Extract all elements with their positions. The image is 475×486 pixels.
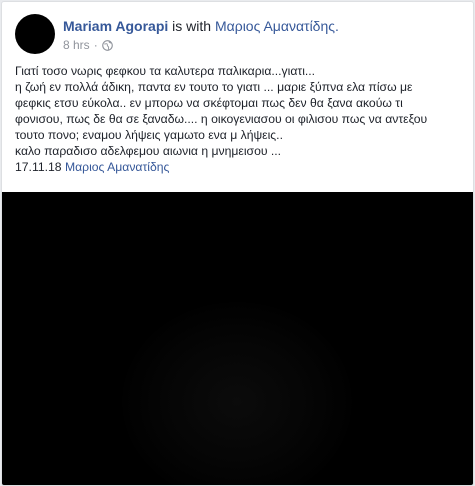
post-date: 17.11.18 xyxy=(15,160,62,174)
post-meta: 8 hrs · xyxy=(63,38,113,52)
post-line: φονισου, πως δε θα σε ξαναδω.... η οικογ… xyxy=(15,112,428,126)
post-line: Γιατί τοσο νωρις φεφκου τα καλυτερα παλι… xyxy=(15,64,316,78)
post-message: Γιατί τοσο νωρις φεφκου τα καλυτερα παλι… xyxy=(15,63,465,175)
meta-separator: · xyxy=(93,38,98,52)
post-line: φεφκις ετσυ εύκολα.. εν μπορω να σκέφτομ… xyxy=(15,96,403,110)
post-header: Mariam Agorapi is with Μαριος Αμανατίδης… xyxy=(63,17,339,35)
photo-dark-area xyxy=(122,302,352,485)
post-line: καλο παραδισο αδελφεμου αιωνια η μνημεισ… xyxy=(15,144,282,158)
avatar[interactable] xyxy=(15,14,55,54)
tagged-person-link[interactable]: Μαριος Αμανατίδης. xyxy=(215,18,339,34)
globe-icon[interactable] xyxy=(101,39,113,51)
with-text: is with xyxy=(172,18,212,34)
date-signature-line: 17.11.18 Μαριος Αμανατίδης xyxy=(15,159,465,175)
post-line: τουτο πονο; εναμου λήψεις γαμωτο ενα μ λ… xyxy=(15,128,283,142)
signature-link[interactable]: Μαριος Αμανατίδης xyxy=(65,160,170,174)
post-line: η ζωή εν πολλά άδικη, παντα εν τουτο το … xyxy=(15,80,413,94)
timestamp-link[interactable]: 8 hrs xyxy=(63,38,90,52)
post-card: Mariam Agorapi is with Μαριος Αμανατίδης… xyxy=(1,1,474,486)
author-link[interactable]: Mariam Agorapi xyxy=(63,18,168,34)
post-photo[interactable] xyxy=(2,192,473,485)
